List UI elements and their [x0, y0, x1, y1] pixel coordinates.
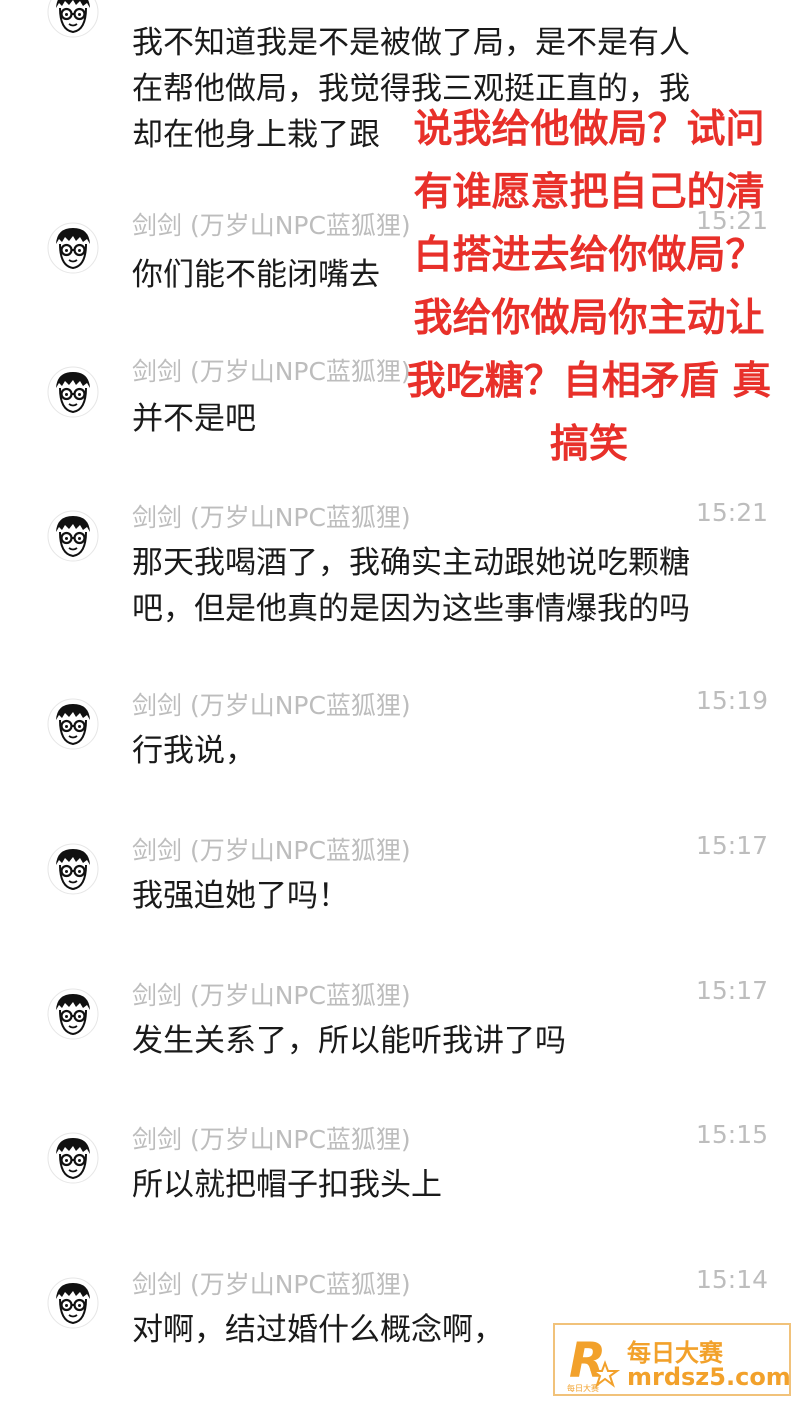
cartoon-boy-glasses-avatar-icon	[47, 988, 99, 1040]
cartoon-boy-glasses-avatar-icon	[47, 510, 99, 562]
message-time: 15:19	[695, 686, 768, 715]
avatar[interactable]	[47, 1277, 99, 1329]
watermark-badge: R 每日大赛 每日大赛 mrdsz5.com	[553, 1323, 791, 1396]
avatar[interactable]	[47, 0, 99, 38]
cartoon-boy-glasses-avatar-icon	[47, 698, 99, 750]
avatar[interactable]	[47, 222, 99, 274]
message-text: 我强迫她了吗！	[132, 878, 349, 914]
avatar[interactable]	[47, 698, 99, 750]
message-text: 那天我喝酒了，我确实主动跟她说吃颗糖 吧，但是他真的是因为这些事情爆我的吗	[132, 545, 690, 627]
message-time: 15:17	[695, 831, 768, 860]
message-text: 行我说，	[132, 733, 256, 769]
sender-name: 剑剑 (万岁山NPC蓝狐狸)	[132, 1270, 411, 1299]
message-time: 15:17	[695, 976, 768, 1005]
red-annotation-overlay: 说我给他做局？试问 有谁愿意把自己的清 白搭进去给你做局？ 我给你做局你主动让 …	[406, 107, 772, 467]
message-text: 发生关系了，所以能听我讲了吗	[132, 1023, 566, 1059]
sender-name: 剑剑 (万岁山NPC蓝狐狸)	[132, 1125, 411, 1154]
message-time: 15:14	[695, 1265, 768, 1294]
sender-name: 剑剑 (万岁山NPC蓝狐狸)	[132, 357, 411, 386]
cartoon-boy-glasses-avatar-icon	[47, 1277, 99, 1329]
cartoon-boy-glasses-avatar-icon	[47, 1132, 99, 1184]
cartoon-boy-glasses-avatar-icon	[47, 843, 99, 895]
avatar[interactable]	[47, 988, 99, 1040]
avatar[interactable]	[47, 1132, 99, 1184]
message-time: 15:21	[695, 498, 768, 527]
sender-name: 剑剑 (万岁山NPC蓝狐狸)	[132, 211, 411, 240]
r-star-logo-icon: R	[565, 1333, 621, 1389]
watermark-logo-caption: 每日大赛	[567, 1384, 599, 1393]
avatar[interactable]	[47, 366, 99, 418]
message-text: 所以就把帽子扣我头上	[132, 1167, 442, 1203]
sender-name: 剑剑 (万岁山NPC蓝狐狸)	[132, 836, 411, 865]
sender-name: 剑剑 (万岁山NPC蓝狐狸)	[132, 503, 411, 532]
avatar[interactable]	[47, 510, 99, 562]
avatar[interactable]	[47, 843, 99, 895]
message-time: 15:15	[695, 1120, 768, 1149]
cartoon-boy-glasses-avatar-icon	[47, 0, 99, 38]
watermark-url: mrdsz5.com	[627, 1363, 791, 1391]
sender-name: 剑剑 (万岁山NPC蓝狐狸)	[132, 981, 411, 1010]
cartoon-boy-glasses-avatar-icon	[47, 222, 99, 274]
cartoon-boy-glasses-avatar-icon	[47, 366, 99, 418]
sender-name: 剑剑 (万岁山NPC蓝狐狸)	[132, 691, 411, 720]
